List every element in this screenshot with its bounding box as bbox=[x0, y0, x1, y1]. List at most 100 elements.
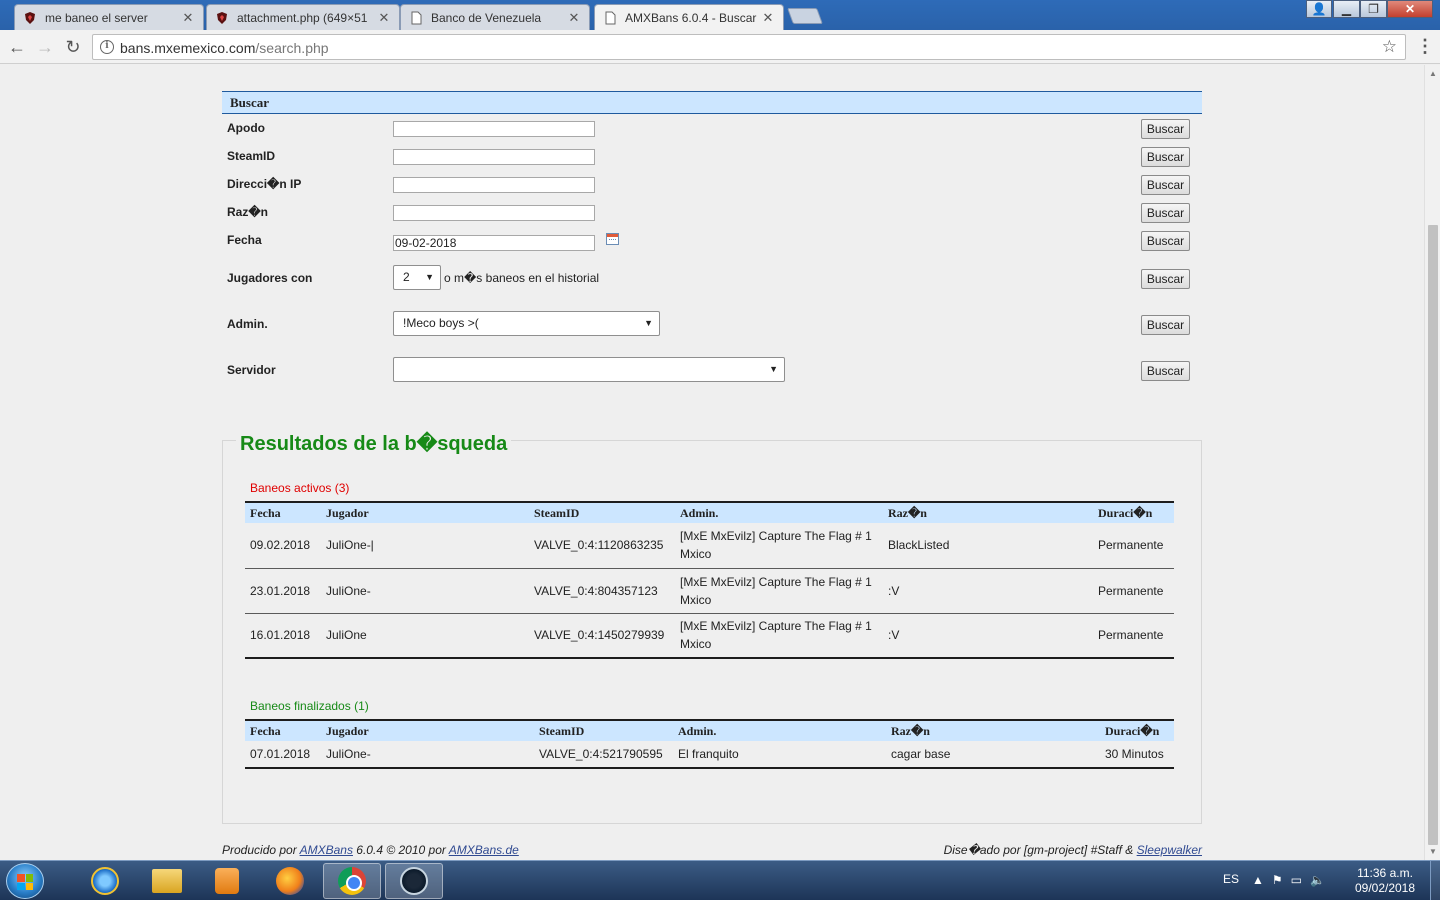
steam-icon bbox=[400, 867, 428, 895]
page-icon bbox=[411, 11, 422, 24]
page-viewport: Buscar Apodo Buscar SteamID Buscar Direc… bbox=[0, 65, 1424, 860]
tab-close-icon[interactable]: ✕ bbox=[761, 10, 775, 26]
language-indicator[interactable]: ES bbox=[1223, 872, 1239, 886]
cell-jugador: JuliOne-| bbox=[321, 523, 529, 569]
ip-input[interactable] bbox=[393, 177, 595, 193]
field-label: SteamID bbox=[227, 149, 276, 163]
address-bar[interactable]: i bans.mxemexico.com/search.php ☆ bbox=[92, 34, 1406, 60]
col-header[interactable]: Admin. bbox=[675, 501, 883, 523]
buscar-button[interactable]: Buscar bbox=[1141, 175, 1190, 195]
cell-razon: BlackListed bbox=[883, 523, 1093, 569]
calendar-icon[interactable] bbox=[606, 233, 619, 245]
user-profile-icon[interactable]: 👤 bbox=[1306, 0, 1332, 18]
cell-fecha: 09.02.2018 bbox=[245, 523, 321, 569]
cell-steamid: VALVE_0:4:1450279939 bbox=[529, 613, 675, 659]
taskbar-steam[interactable] bbox=[385, 863, 443, 899]
new-tab-button[interactable] bbox=[787, 8, 823, 24]
tab-close-icon[interactable]: ✕ bbox=[377, 10, 391, 26]
admin-select[interactable]: !Meco boys >(▼ bbox=[393, 311, 660, 336]
close-window-icon[interactable]: ✕ bbox=[1387, 0, 1433, 18]
scroll-down-icon: ▼ bbox=[1429, 847, 1437, 856]
start-button[interactable] bbox=[6, 863, 44, 899]
col-header[interactable]: Duraci�n bbox=[1093, 501, 1174, 523]
ban-count-select[interactable]: 2 ▼ bbox=[393, 265, 441, 290]
cell-razon: :V bbox=[883, 613, 1093, 659]
minimize-icon[interactable]: ▁ bbox=[1333, 0, 1360, 18]
field-label: Servidor bbox=[227, 363, 276, 377]
field-label: Apodo bbox=[227, 121, 265, 135]
col-header[interactable]: Fecha bbox=[245, 501, 321, 523]
col-header[interactable]: Fecha bbox=[245, 719, 321, 741]
table-row[interactable]: 16.01.2018 JuliOne VALVE_0:4:1450279939 … bbox=[245, 613, 1174, 659]
back-icon[interactable]: ← bbox=[6, 36, 28, 58]
bookmark-star-icon[interactable]: ☆ bbox=[1382, 37, 1397, 57]
tab-me-baneo[interactable]: me baneo el server ✕ bbox=[14, 4, 204, 30]
footer-credits: Producido por AMXBans 6.0.4 © 2010 por A… bbox=[222, 843, 519, 857]
amxbans-de-link[interactable]: AMXBans.de bbox=[449, 843, 519, 857]
cell-jugador: JuliOne bbox=[321, 613, 529, 659]
tab-close-icon[interactable]: ✕ bbox=[567, 10, 581, 26]
col-header[interactable]: Admin. bbox=[673, 719, 886, 741]
taskbar-clock[interactable]: 11:36 a.m. 09/02/2018 bbox=[1350, 866, 1420, 896]
razon-input[interactable] bbox=[393, 205, 595, 221]
taskbar-chrome[interactable] bbox=[323, 863, 381, 899]
sleepwalker-link[interactable]: Sleepwalker bbox=[1137, 843, 1202, 857]
cell-steamid: VALVE_0:4:804357123 bbox=[529, 568, 675, 614]
taskbar-ie[interactable] bbox=[76, 863, 134, 899]
url-text[interactable]: bans.mxemexico.com/search.php bbox=[120, 40, 329, 56]
tab-amxbans[interactable]: AMXBans 6.0.4 - Buscar ✕ bbox=[594, 4, 784, 30]
col-header[interactable]: Duraci�n bbox=[1100, 719, 1174, 741]
taskbar-media[interactable] bbox=[198, 863, 256, 899]
table-row[interactable]: 07.01.2018 JuliOne- VALVE_0:4:521790595 … bbox=[245, 741, 1174, 769]
col-header[interactable]: Raz�n bbox=[886, 719, 1100, 741]
forward-icon[interactable]: → bbox=[34, 36, 56, 58]
taskbar-explorer[interactable] bbox=[138, 863, 196, 899]
show-hidden-icons-icon: ▲ bbox=[1252, 873, 1272, 887]
tab-attachment[interactable]: attachment.php (649×51 ✕ bbox=[206, 4, 400, 30]
cell-duracion: Permanente bbox=[1093, 568, 1174, 614]
footer-design-credits: Dise�ado por [gm-project] #Staff & Sleep… bbox=[943, 843, 1202, 857]
server-select[interactable]: ▼ bbox=[393, 357, 785, 382]
fecha-input[interactable]: 09-02-2018 bbox=[393, 235, 595, 251]
field-label: Raz�n bbox=[227, 205, 268, 219]
ban-count-suffix: o m�s baneos en el historial bbox=[444, 271, 600, 285]
buscar-button[interactable]: Buscar bbox=[1141, 315, 1190, 335]
apodo-input[interactable] bbox=[393, 121, 595, 137]
tab-banco[interactable]: Banco de Venezuela ✕ bbox=[400, 4, 590, 30]
browser-menu-icon[interactable]: ⋮ bbox=[1416, 36, 1434, 57]
taskbar-firefox[interactable] bbox=[261, 863, 319, 899]
table-row[interactable]: 09.02.2018 JuliOne-| VALVE_0:4:112086323… bbox=[245, 523, 1174, 569]
col-header[interactable]: SteamID bbox=[534, 719, 673, 741]
buscar-button[interactable]: Buscar bbox=[1141, 231, 1190, 251]
col-header[interactable]: Jugador bbox=[321, 719, 534, 741]
cell-razon: :V bbox=[883, 568, 1093, 614]
col-header[interactable]: Jugador bbox=[321, 501, 529, 523]
table-row[interactable]: 23.01.2018 JuliOne- VALVE_0:4:804357123 … bbox=[245, 568, 1174, 614]
ie-icon bbox=[91, 867, 119, 895]
scrollbar-thumb[interactable] bbox=[1428, 225, 1438, 845]
buscar-button[interactable]: Buscar bbox=[1141, 203, 1190, 223]
tab-title: AMXBans 6.0.4 - Buscar bbox=[625, 10, 757, 25]
active-bans-table: Fecha Jugador SteamID Admin. Raz�n Durac… bbox=[245, 501, 1174, 659]
tab-close-icon[interactable]: ✕ bbox=[181, 10, 195, 26]
site-info-icon[interactable]: i bbox=[100, 40, 114, 54]
reload-icon[interactable]: ↻ bbox=[62, 36, 84, 58]
col-header[interactable]: SteamID bbox=[529, 501, 675, 523]
cell-admin: [MxE MxEvilz] Capture The Flag # 1 Mxico bbox=[675, 613, 883, 659]
cell-duracion: Permanente bbox=[1093, 523, 1174, 569]
cell-admin: El franquito bbox=[673, 741, 886, 769]
vertical-scrollbar[interactable]: ▲ ▼ bbox=[1424, 65, 1440, 860]
buscar-button[interactable]: Buscar bbox=[1141, 147, 1190, 167]
buscar-button[interactable]: Buscar bbox=[1141, 361, 1190, 381]
buscar-button[interactable]: Buscar bbox=[1141, 269, 1190, 289]
cell-admin: [MxE MxEvilz] Capture The Flag # 1 Mxico bbox=[675, 568, 883, 614]
buscar-button[interactable]: Buscar bbox=[1141, 119, 1190, 139]
system-tray-icons[interactable]: ▲⚑▭🔈 bbox=[1252, 873, 1333, 887]
maximize-icon[interactable]: ❐ bbox=[1360, 0, 1387, 18]
field-label: Admin. bbox=[227, 317, 268, 331]
col-header[interactable]: Raz�n bbox=[883, 501, 1093, 523]
show-desktop-button[interactable] bbox=[1430, 861, 1440, 900]
steamid-input[interactable] bbox=[393, 149, 595, 165]
amxbans-link[interactable]: AMXBans bbox=[300, 843, 353, 857]
field-label: Jugadores con bbox=[227, 271, 313, 285]
